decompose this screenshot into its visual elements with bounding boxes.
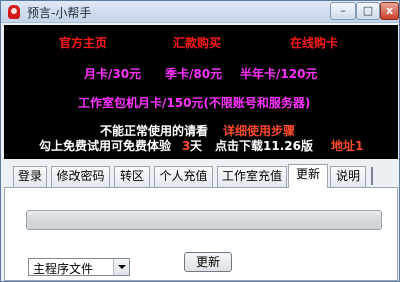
tab-scroll-divider: [371, 167, 373, 185]
online-buy-card-link[interactable]: 在线购卡: [290, 36, 338, 50]
tab-login[interactable]: 登录: [13, 166, 47, 187]
file-type-selected-value: 主程序文件: [33, 262, 94, 276]
tab-instructions[interactable]: 说明: [330, 166, 366, 187]
update-button[interactable]: 更新: [184, 252, 232, 272]
maximize-button[interactable]: □: [356, 2, 380, 20]
chevron-down-icon[interactable]: [113, 259, 129, 275]
monthly-card-price: 月卡/30元: [84, 67, 142, 81]
half-year-card-price: 半年卡/120元: [240, 67, 318, 81]
free-trial-text: 勾上免费试用可免费体验: [39, 139, 172, 153]
close-button[interactable]: x: [380, 2, 399, 20]
tab-studio-recharge[interactable]: 工作室充值: [217, 166, 287, 187]
app-window: 预言-小帮手 – □ x 官方主页 汇款购买 在线购卡 月卡/30元 季卡/80…: [0, 0, 400, 282]
address-1-link[interactable]: 地址1: [331, 139, 363, 153]
file-type-select[interactable]: 主程序文件: [28, 258, 130, 276]
tab-transfer-server[interactable]: 转区: [114, 166, 150, 187]
official-homepage-link[interactable]: 官方主页: [59, 36, 107, 50]
tab-update[interactable]: 更新: [288, 164, 328, 188]
promo-banner: 官方主页 汇款购买 在线购卡 月卡/30元 季卡/80元 半年卡/120元 工作…: [4, 25, 398, 159]
title-bar[interactable]: 预言-小帮手 – □ x: [1, 1, 399, 23]
season-card-price: 季卡/80元: [165, 67, 223, 81]
window-title: 预言-小帮手: [27, 6, 92, 20]
free-trial-unit: 天: [190, 139, 203, 153]
help-prompt-text: 不能正常使用的请看: [100, 124, 209, 138]
remit-purchase-link[interactable]: 汇款购买: [173, 36, 221, 50]
tab-bar: 登录 修改密码 转区 个人充值 工作室充值 更新 说明: [4, 164, 398, 188]
usage-steps-link[interactable]: 详细使用步骤: [223, 124, 295, 138]
app-icon: [8, 5, 20, 19]
download-link[interactable]: 点击下载11.26版: [215, 139, 313, 153]
studio-card-price: 工作室包机月卡/150元(不限账号和服务器): [78, 96, 311, 110]
tab-personal-recharge[interactable]: 个人充值: [154, 166, 213, 187]
update-progress-bar: [26, 210, 382, 230]
update-panel: 主程序文件 更新: [4, 187, 398, 281]
tab-change-password[interactable]: 修改密码: [51, 166, 110, 187]
minimize-button[interactable]: –: [330, 2, 356, 20]
